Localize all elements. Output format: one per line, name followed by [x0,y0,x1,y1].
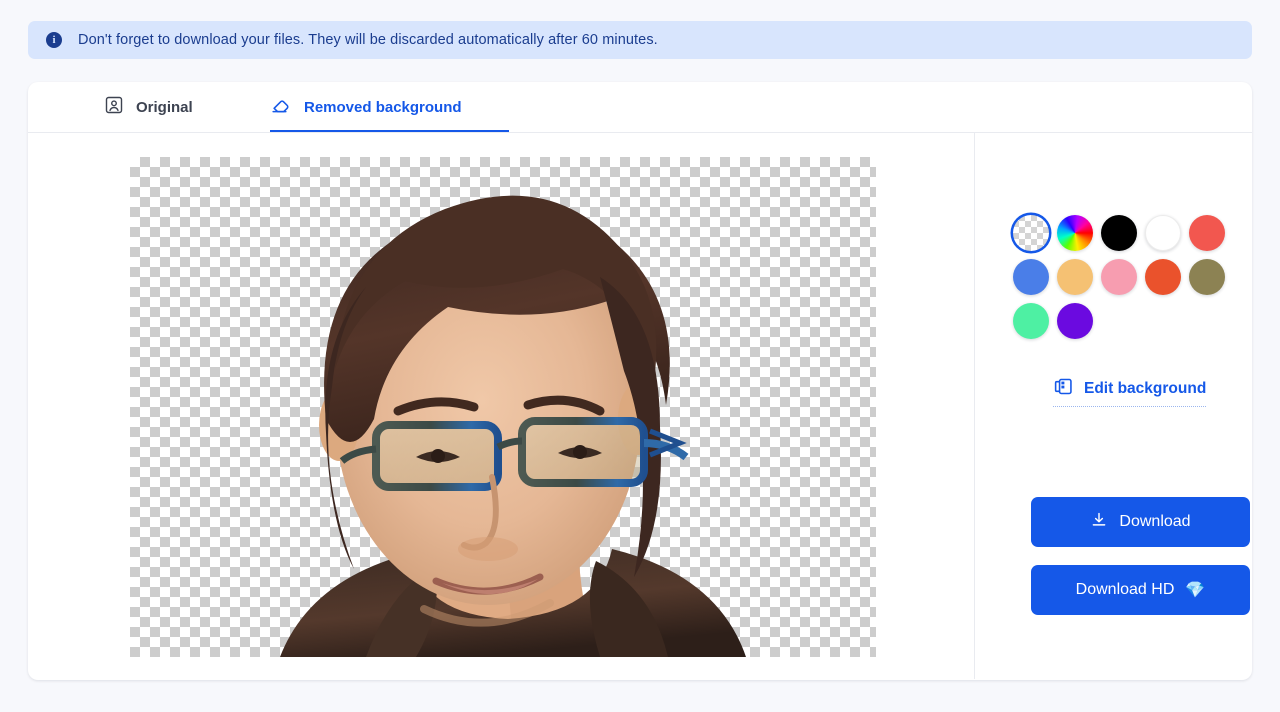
swatch-transparent[interactable] [1013,215,1049,251]
eraser-icon [270,94,292,121]
swatch-peach[interactable] [1057,259,1093,295]
tab-removed-background[interactable]: Removed background [270,82,462,133]
download-hd-button[interactable]: Download HD 💎 [1031,565,1250,615]
download-button[interactable]: Download [1031,497,1250,547]
preview-pane [28,133,974,679]
portrait-icon [104,95,124,120]
swatch-blue[interactable] [1013,259,1049,295]
swatch-violet[interactable] [1057,303,1093,339]
edit-background-label: Edit background [1084,380,1207,397]
image-preview[interactable] [130,157,876,657]
options-pane: Edit background Download Download HD 💎 [975,133,1252,679]
tab-bar: Original Removed background [28,82,1252,133]
download-button-label: Download [1119,513,1191,530]
swatch-color-picker[interactable] [1057,215,1093,251]
info-icon: i [46,32,62,48]
portrait-image [280,195,746,657]
result-card: Original Removed background Edit backgro… [28,82,1252,680]
swatch-red[interactable] [1189,215,1225,251]
download-icon [1090,511,1108,534]
tab-removed-background-label: Removed background [304,99,462,116]
swatch-spring-green[interactable] [1013,303,1049,339]
background-swatches [1013,215,1252,339]
swatch-pink[interactable] [1101,259,1137,295]
edit-background-link[interactable]: Edit background [1053,376,1207,407]
gem-icon: 💎 [1185,582,1206,599]
tab-original-label: Original [136,99,193,116]
app-root: i Don't forget to download your files. T… [0,0,1280,712]
info-banner: i Don't forget to download your files. T… [28,21,1252,59]
swatch-olive[interactable] [1189,259,1225,295]
tab-original[interactable]: Original [104,82,193,133]
swatch-white[interactable] [1145,215,1181,251]
card-body: Edit background Download Download HD 💎 [28,133,1252,679]
swatch-orange[interactable] [1145,259,1181,295]
layers-image-icon [1053,376,1074,402]
info-banner-text: Don't forget to download your files. The… [78,32,658,48]
active-tab-indicator [270,129,509,132]
download-hd-button-label: Download HD [1075,581,1175,598]
swatch-black[interactable] [1101,215,1137,251]
